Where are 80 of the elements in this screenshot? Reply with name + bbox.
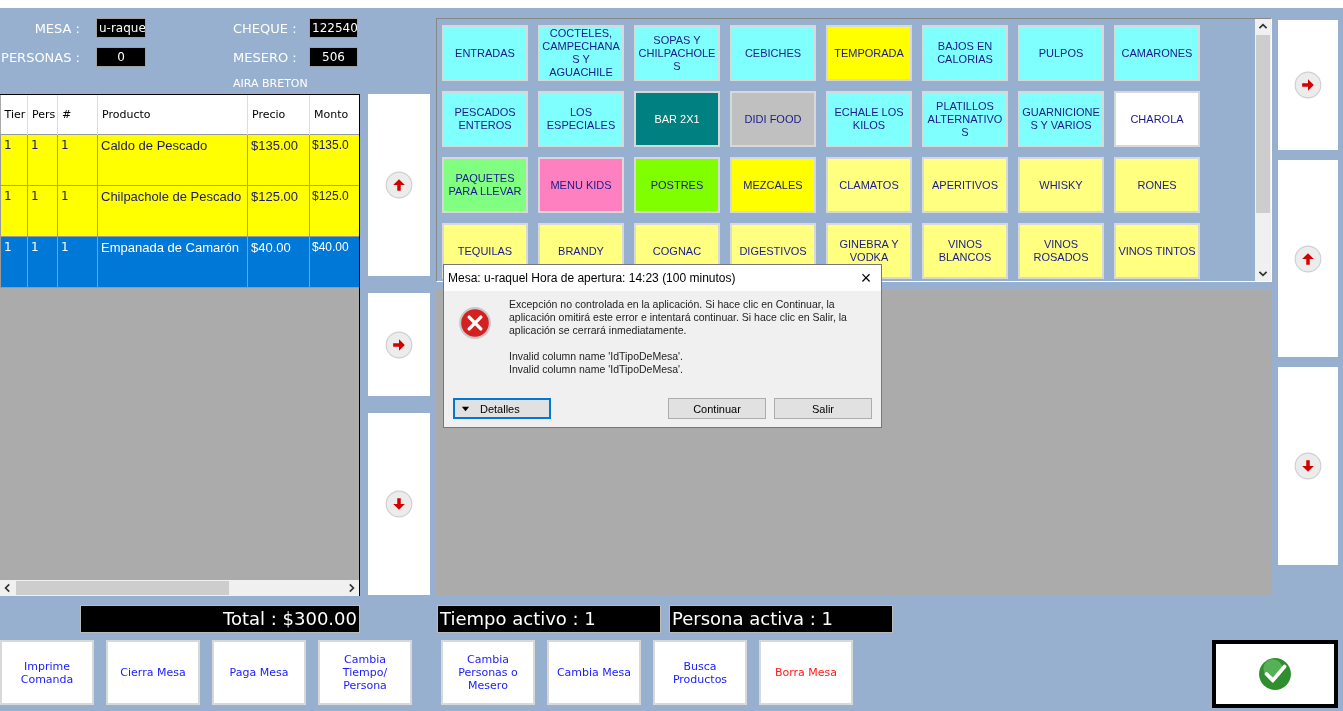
arrow-up-icon xyxy=(385,171,413,199)
category-button[interactable]: RONES xyxy=(1114,157,1200,213)
confirm-button[interactable] xyxy=(1212,640,1338,708)
vertical-scrollbar[interactable] xyxy=(1255,19,1271,281)
active-time-display: Tiempo activo : 1 xyxy=(437,605,661,633)
dialog-button[interactable]: Salir xyxy=(774,398,872,419)
scroll-button[interactable] xyxy=(1278,20,1338,150)
scroll-button[interactable] xyxy=(368,293,430,396)
action-button[interactable]: Busca Productos xyxy=(653,640,747,705)
cheque-label: CHEQUE : xyxy=(233,20,298,36)
order-row[interactable]: 1 1 1 Chilpachole de Pescado $125.00 $125.0 xyxy=(0,185,359,237)
action-button[interactable]: Cierra Mesa xyxy=(106,640,200,705)
action-button[interactable]: Borra Mesa xyxy=(759,640,853,705)
category-button[interactable]: CHAROLA xyxy=(1114,91,1200,147)
error-detail: Invalid column name 'IdTipoDeMesa'. xyxy=(509,350,685,363)
error-icon xyxy=(458,306,492,340)
arrow-right-icon xyxy=(385,330,413,359)
category-button[interactable]: LOS ESPECIALES xyxy=(538,91,624,147)
arrow-right-icon xyxy=(1294,71,1322,99)
mesa-field[interactable]: u-raque xyxy=(96,18,146,38)
arrow-down-icon xyxy=(385,490,413,518)
details-button[interactable]: Detalles xyxy=(453,398,551,419)
category-button[interactable]: VINOS BLANCOS xyxy=(922,223,1008,279)
action-button[interactable]: Paga Mesa xyxy=(212,640,306,705)
mesa-label: MESA : xyxy=(33,20,80,36)
action-button[interactable]: Cambia Personas o Mesero xyxy=(441,640,535,705)
arrow-down-icon xyxy=(1294,452,1322,480)
category-button[interactable]: BAJOS EN CALORIAS xyxy=(922,25,1008,81)
scroll-button[interactable] xyxy=(368,94,430,276)
dialog-button[interactable]: Continuar xyxy=(668,398,766,419)
column-header[interactable]: Pers xyxy=(27,95,58,135)
category-button[interactable]: SOPAS Y CHILPACHOLES xyxy=(634,25,720,81)
action-button[interactable]: Cambia Mesa xyxy=(547,640,641,705)
category-button[interactable]: PULPOS xyxy=(1018,25,1104,81)
column-header[interactable]: Monto xyxy=(309,95,359,135)
category-button[interactable]: POSTRES xyxy=(634,157,720,213)
category-button[interactable]: PESCADOS ENTEROS xyxy=(442,91,528,147)
category-button[interactable]: MEZCALES xyxy=(730,157,816,213)
scroll-button[interactable] xyxy=(1278,367,1338,565)
category-button[interactable]: ENTRADAS xyxy=(442,25,528,81)
action-button[interactable]: Cambia Tiempo/ Persona xyxy=(318,640,412,705)
category-button[interactable]: CAMARONES xyxy=(1114,25,1200,81)
personas-label: PERSONAS : xyxy=(0,49,80,65)
category-button[interactable]: CEBICHES xyxy=(730,25,816,81)
column-header[interactable]: Producto xyxy=(97,95,248,135)
mesero-field[interactable]: 506 xyxy=(309,47,358,67)
error-message: Excepción no controlada en la aplicación. Si hace clic en Continuar, la aplicación omitirá este error e intentará continuar. Si hace clic en Salir, la aplicación se cerrará inmediatamente. xyxy=(509,298,848,337)
category-button[interactable]: COCTELES, CAMPECHANAS Y AGUACHILE xyxy=(538,25,624,81)
category-button[interactable]: PAQUETES PARA LLEVAR xyxy=(442,157,528,213)
scroll-button[interactable] xyxy=(1278,160,1338,357)
category-button[interactable]: TEMPORADA xyxy=(826,25,912,81)
error-detail: Invalid column name 'IdTipoDeMesa'. xyxy=(509,363,685,376)
order-row[interactable]: 1 1 1 Empanada de Camarón $40.00 $40.00 xyxy=(0,236,359,288)
category-button[interactable]: ECHALE LOS KILOS xyxy=(826,91,912,147)
category-button[interactable]: WHISKY xyxy=(1018,157,1104,213)
waiter-name: AIRA BRETON xyxy=(233,76,309,90)
action-button[interactable]: Imprime Comanda xyxy=(0,640,94,705)
cheque-field[interactable]: 122540 xyxy=(309,18,358,38)
horizontal-scrollbar[interactable] xyxy=(0,580,359,596)
category-button[interactable]: APERITIVOS xyxy=(922,157,1008,213)
column-header[interactable]: # xyxy=(57,95,98,135)
mesero-label: MESERO : xyxy=(233,49,298,65)
column-header[interactable]: Tier xyxy=(0,95,28,135)
checkmark-icon xyxy=(1258,657,1292,691)
scroll-button[interactable] xyxy=(368,413,430,595)
column-header[interactable]: Precio xyxy=(247,95,310,135)
category-button[interactable]: CLAMATOS xyxy=(826,157,912,213)
category-button[interactable]: VINOS ROSADOS xyxy=(1018,223,1104,279)
category-button[interactable]: VINOS TINTOS xyxy=(1114,223,1200,279)
category-button[interactable]: GUARNICIONES Y VARIOS xyxy=(1018,91,1104,147)
order-row[interactable]: 1 1 1 Caldo de Pescado $135.00 $135.0 xyxy=(0,134,359,186)
category-button[interactable]: PLATILLOS ALTERNATIVOS xyxy=(922,91,1008,147)
personas-field[interactable]: 0 xyxy=(96,47,146,67)
total-display: Total : $300.00 xyxy=(80,605,360,633)
category-button[interactable]: MENU KIDS xyxy=(538,157,624,213)
category-button[interactable]: BAR 2X1 xyxy=(634,91,720,147)
caret-icon xyxy=(461,404,470,413)
category-button[interactable]: DIDI FOOD xyxy=(730,91,816,147)
arrow-up-icon xyxy=(1294,244,1322,273)
active-person-display: Persona activa : 1 xyxy=(669,605,893,633)
